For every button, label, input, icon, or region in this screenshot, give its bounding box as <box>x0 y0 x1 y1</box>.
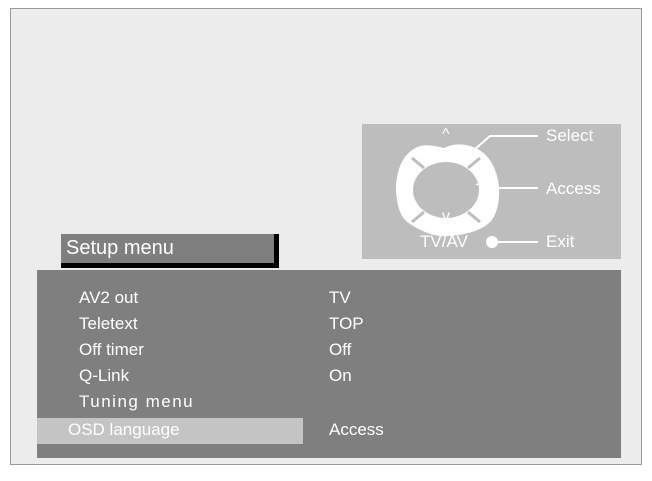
menu-item-value: Access <box>329 420 384 439</box>
menu-item-label: AV2 out <box>79 288 139 307</box>
menu-item-label: OSD language <box>68 420 180 439</box>
tvav-button-icon <box>486 236 498 248</box>
menu-item-value: On <box>329 366 352 385</box>
down-arrow-icon: v <box>442 208 450 225</box>
menu-title: Setup menu <box>66 237 174 259</box>
menu-item-value: Off <box>329 340 352 359</box>
minus-icon: − <box>396 176 407 196</box>
menu-item-tuning-menu[interactable]: Tuning menu <box>37 390 621 414</box>
up-arrow-icon: ^ <box>442 126 450 143</box>
access-label: Access <box>546 179 601 198</box>
menu-item-av2-out[interactable]: AV2 out TV <box>37 286 621 310</box>
remote-control-guide: ^ v − + Select Access Exit TV/AV <box>362 124 621 259</box>
menu-item-label: Teletext <box>79 314 138 333</box>
menu-item-q-link[interactable]: Q-Link On <box>37 364 621 388</box>
menu-item-value: TOP <box>329 314 364 333</box>
exit-label: Exit <box>546 232 575 251</box>
menu-item-label: Off timer <box>79 340 144 359</box>
menu-item-off-timer[interactable]: Off timer Off <box>37 338 621 362</box>
plus-icon: + <box>475 174 487 196</box>
menu-item-value: TV <box>329 288 351 307</box>
menu-item-label: Tuning menu <box>79 392 195 411</box>
tvav-label: TV/AV <box>420 232 468 251</box>
menu-item-teletext[interactable]: Teletext TOP <box>37 312 621 336</box>
menu-item-osd-language[interactable]: OSD language Access <box>37 418 621 444</box>
select-label: Select <box>546 126 594 145</box>
menu-item-label: Q-Link <box>79 366 130 385</box>
select-pointer-line <box>473 135 538 151</box>
